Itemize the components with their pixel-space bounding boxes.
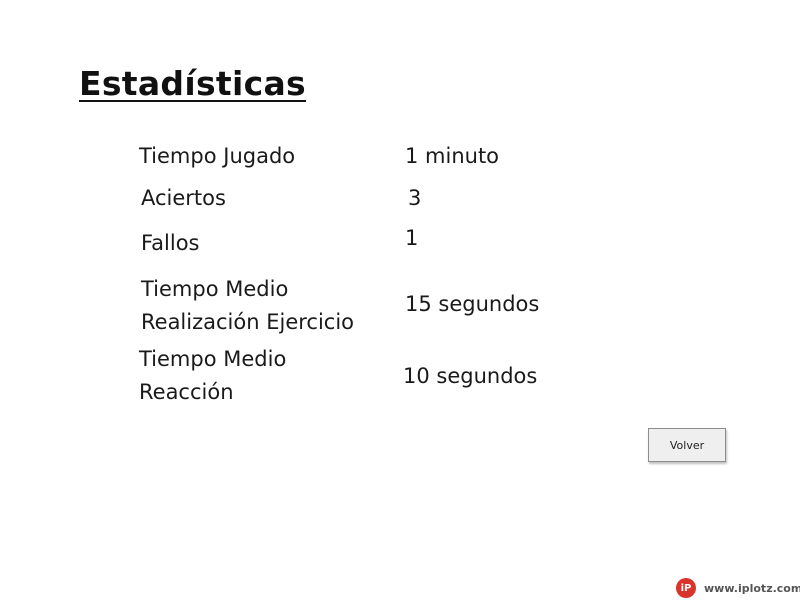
iplotz-logo-icon: iP	[676, 578, 696, 598]
page-title: Estadísticas	[79, 64, 306, 104]
stat-label-aciertos: Aciertos	[141, 186, 226, 210]
stat-value-aciertos: 3	[408, 186, 422, 210]
stat-value-tiempo-medio-realizacion: 15 segundos	[405, 292, 540, 316]
stat-label-tiempo-medio-reaccion: Tiempo Medio Reacción	[139, 347, 287, 404]
stat-label-tiempo-jugado: Tiempo Jugado	[139, 144, 296, 168]
stat-value-tiempo-jugado: 1 minuto	[405, 144, 500, 168]
stat-value-fallos: 1	[405, 226, 419, 250]
stat-value-tiempo-medio-reaccion: 10 segundos	[403, 364, 538, 388]
iplotz-watermark: iP www.iplotz.com	[676, 576, 800, 600]
watermark-url: www.iplotz.com	[704, 581, 800, 595]
stat-label-tiempo-medio-realizacion: Tiempo Medio Realización Ejercicio	[141, 277, 355, 334]
stat-label-fallos: Fallos	[141, 231, 200, 255]
volver-button[interactable]: Volver	[648, 428, 726, 462]
